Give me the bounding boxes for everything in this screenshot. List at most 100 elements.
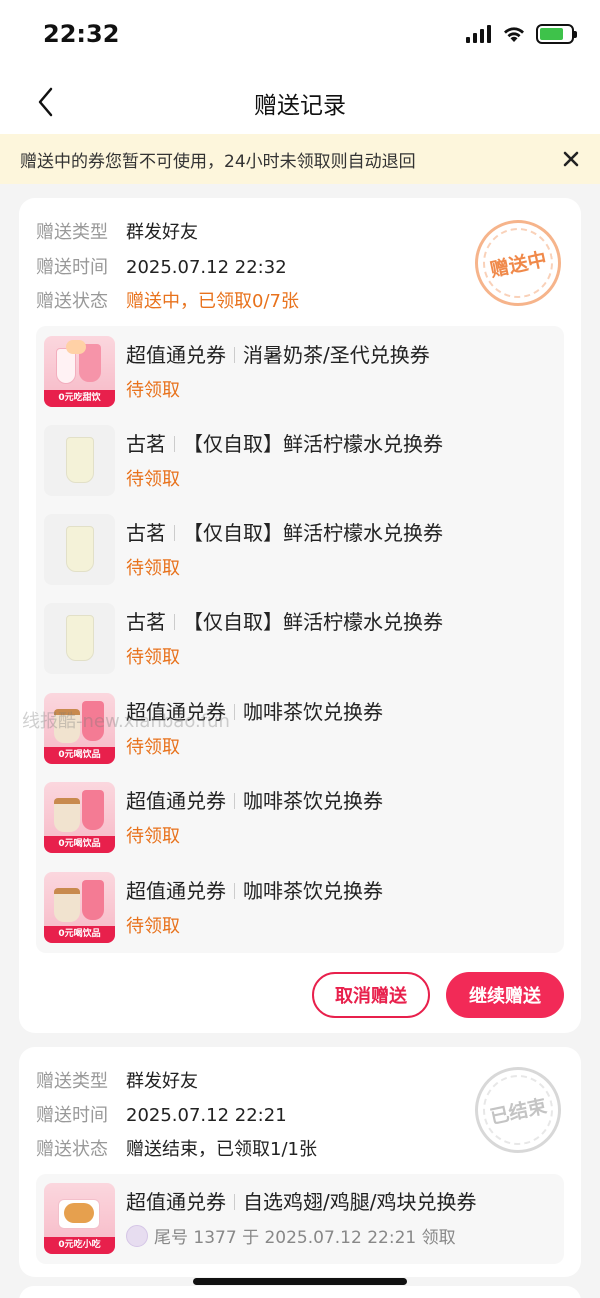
coupon-item[interactable]: 0元吃甜饮 超值通兑券 消暑奶茶/圣代兑换券 待领取 xyxy=(44,336,556,408)
type-label: 赠送类型 xyxy=(36,1071,108,1092)
coupon-list: 0元吃小吃 超值通兑券 自选鸡翅/鸡腿/鸡块兑换券 尾号 1377 于 2025.… xyxy=(36,1174,564,1264)
coupon-name: 【仅自取】鲜活柠檬水兑换券 xyxy=(183,610,443,634)
divider xyxy=(174,525,175,541)
coupon-title: 古茗 【仅自取】鲜活柠檬水兑换券 xyxy=(126,428,443,457)
coupon-status: 待领取 xyxy=(126,469,180,490)
gift-record-card: 赠送类型 群发好友 赠送时间 2025.07.12 22:21 赠送状态 赠送结束，已… xyxy=(19,1047,581,1277)
divider xyxy=(234,883,235,899)
wifi-icon xyxy=(504,27,524,42)
info-row-status: 赠送状态 赠送中，已领取0/7张 xyxy=(36,287,299,313)
coupon-thumbnail xyxy=(44,514,115,585)
coupon-item[interactable]: 0元喝饮品 超值通兑券 咖啡茶饮兑换券 待领取 xyxy=(44,782,556,854)
coupon-brand: 超值通兑券 xyxy=(126,343,226,367)
coupon-thumbnail: 0元喝饮品 xyxy=(44,782,115,853)
coupon-thumbnail: 0元吃小吃 xyxy=(44,1183,115,1254)
home-indicator xyxy=(193,1278,407,1285)
close-icon xyxy=(563,151,579,167)
battery-icon xyxy=(536,24,577,44)
coupon-item[interactable]: 古茗 【仅自取】鲜活柠檬水兑换券 待领取 xyxy=(44,514,556,586)
thumbnail-label: 0元喝饮品 xyxy=(44,747,115,764)
stamp-text: 已结束 xyxy=(488,1094,549,1129)
stamp-text: 赠送中 xyxy=(488,247,549,282)
coupon-item[interactable]: 古茗 【仅自取】鲜活柠檬水兑换券 待领取 xyxy=(44,425,556,497)
coupon-status: 待领取 xyxy=(126,558,180,579)
status-stamp: 已结束 xyxy=(466,1058,570,1162)
coupon-name: 自选鸡翅/鸡腿/鸡块兑换券 xyxy=(243,1190,477,1214)
thumbnail-label: 0元喝饮品 xyxy=(44,836,115,853)
coupon-brand: 古茗 xyxy=(126,610,166,634)
coupon-thumbnail: 0元喝饮品 xyxy=(44,693,115,764)
info-row-status: 赠送状态 赠送结束，已领取1/1张 xyxy=(36,1135,317,1161)
coupon-name: 咖啡茶饮兑换券 xyxy=(243,789,383,813)
coupon-thumbnail xyxy=(44,425,115,496)
coupon-claim-info: 尾号 1377 于 2025.07.12 22:21 领取 xyxy=(126,1223,456,1248)
status-time: 22:32 xyxy=(43,20,120,48)
divider xyxy=(234,793,235,809)
thumbnail-label: 0元喝饮品 xyxy=(44,926,115,943)
gift-record-card: 赠送类型 群发好友 赠送时间 2025.07.12 22:32 赠送状态 赠送中，已领… xyxy=(19,198,581,1033)
status-value: 赠送结束，已领取1/1张 xyxy=(126,1139,317,1160)
notice-text: 赠送中的券您暂不可使用，24小时未领取则自动退回 xyxy=(20,152,416,172)
continue-gift-button[interactable]: 继续赠送 xyxy=(446,972,564,1018)
coupon-name: 咖啡茶饮兑换券 xyxy=(243,879,383,903)
coupon-list: 0元吃甜饮 超值通兑券 消暑奶茶/圣代兑换券 待领取 古茗 【仅自取】鲜活柠檬水兑换… xyxy=(36,326,564,953)
gift-record-card xyxy=(19,1286,581,1298)
divider xyxy=(174,436,175,452)
coupon-title: 超值通兑券 咖啡茶饮兑换券 xyxy=(126,696,383,725)
info-row-time: 赠送时间 2025.07.12 22:32 xyxy=(36,253,287,279)
type-value: 群发好友 xyxy=(126,1071,198,1092)
cellular-signal-icon xyxy=(466,25,491,43)
notice-banner: 赠送中的券您暂不可使用，24小时未领取则自动退回 xyxy=(0,134,600,184)
status-label: 赠送状态 xyxy=(36,1139,108,1160)
coupon-title: 超值通兑券 自选鸡翅/鸡腿/鸡块兑换券 xyxy=(126,1186,476,1215)
coupon-item[interactable]: 0元喝饮品 超值通兑券 咖啡茶饮兑换券 待领取 xyxy=(44,872,556,944)
coupon-status: 待领取 xyxy=(126,380,180,401)
coupon-status: 待领取 xyxy=(126,737,180,758)
coupon-brand: 超值通兑券 xyxy=(126,879,226,903)
coupon-brand: 超值通兑券 xyxy=(126,1190,226,1214)
coupon-brand: 古茗 xyxy=(126,521,166,545)
coupon-thumbnail: 0元喝饮品 xyxy=(44,872,115,943)
time-value: 2025.07.12 22:32 xyxy=(126,257,287,278)
type-label: 赠送类型 xyxy=(36,222,108,243)
cancel-gift-button[interactable]: 取消赠送 xyxy=(312,972,430,1018)
coupon-title: 超值通兑券 消暑奶茶/圣代兑换券 xyxy=(126,339,430,368)
divider xyxy=(234,704,235,720)
coupon-title: 古茗 【仅自取】鲜活柠檬水兑换券 xyxy=(126,606,443,635)
coupon-item[interactable]: 古茗 【仅自取】鲜活柠檬水兑换券 待领取 xyxy=(44,603,556,675)
time-label: 赠送时间 xyxy=(36,257,108,278)
status-stamp: 赠送中 xyxy=(466,211,570,315)
info-row-type: 赠送类型 群发好友 xyxy=(36,1067,198,1093)
divider xyxy=(174,614,175,630)
coupon-item[interactable]: 0元吃小吃 超值通兑券 自选鸡翅/鸡腿/鸡块兑换券 尾号 1377 于 2025.… xyxy=(44,1183,556,1255)
close-notice-button[interactable] xyxy=(558,146,584,172)
status-value: 赠送中，已领取0/7张 xyxy=(126,291,299,312)
coupon-brand: 超值通兑券 xyxy=(126,700,226,724)
coupon-name: 【仅自取】鲜活柠檬水兑换券 xyxy=(183,521,443,545)
status-label: 赠送状态 xyxy=(36,291,108,312)
divider xyxy=(234,347,235,363)
coupon-status: 待领取 xyxy=(126,916,180,937)
coupon-thumbnail: 0元吃甜饮 xyxy=(44,336,115,407)
type-value: 群发好友 xyxy=(126,222,198,243)
coupon-title: 超值通兑券 咖啡茶饮兑换券 xyxy=(126,785,383,814)
coupon-status: 待领取 xyxy=(126,826,180,847)
coupon-brand: 超值通兑券 xyxy=(126,789,226,813)
avatar xyxy=(126,1224,148,1247)
status-bar: 22:32 xyxy=(0,0,600,70)
status-icons xyxy=(466,24,577,44)
coupon-name: 咖啡茶饮兑换券 xyxy=(243,700,383,724)
nav-bar: 赠送记录 xyxy=(0,70,600,134)
coupon-name: 消暑奶茶/圣代兑换券 xyxy=(243,343,430,367)
time-value: 2025.07.12 22:21 xyxy=(126,1105,287,1126)
coupon-brand: 古茗 xyxy=(126,432,166,456)
thumbnail-label: 0元吃甜饮 xyxy=(44,390,115,407)
coupon-status: 待领取 xyxy=(126,647,180,668)
coupon-title: 古茗 【仅自取】鲜活柠檬水兑换券 xyxy=(126,517,443,546)
thumbnail-label: 0元吃小吃 xyxy=(44,1237,115,1254)
claim-text: 尾号 1377 于 2025.07.12 22:21 领取 xyxy=(154,1228,456,1248)
coupon-name: 【仅自取】鲜活柠檬水兑换券 xyxy=(183,432,443,456)
time-label: 赠送时间 xyxy=(36,1105,108,1126)
coupon-item[interactable]: 0元喝饮品 超值通兑券 咖啡茶饮兑换券 待领取 xyxy=(44,693,556,765)
divider xyxy=(234,1194,235,1210)
